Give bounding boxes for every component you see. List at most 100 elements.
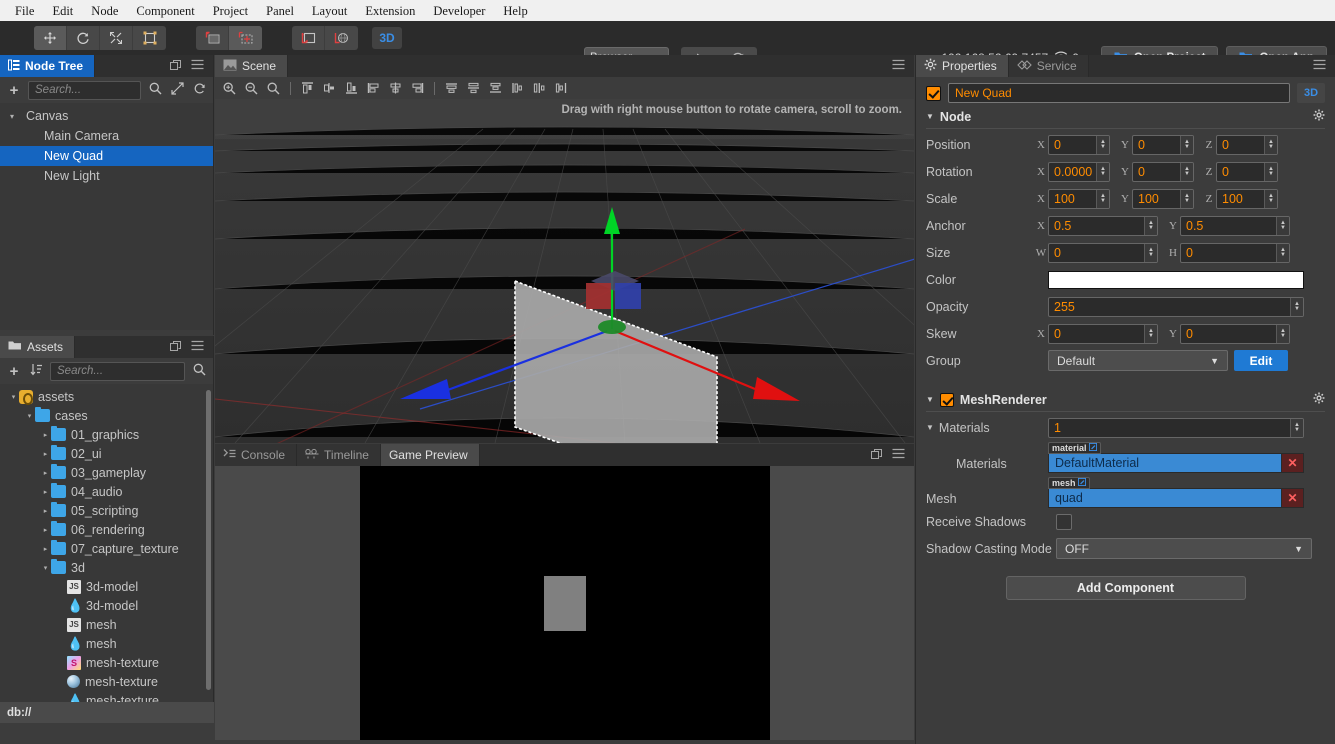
gear-icon[interactable] [1313, 109, 1325, 124]
tab-properties[interactable]: Properties [916, 55, 1009, 77]
skew-x-input[interactable]: 0 ▲ ▼ [1048, 323, 1158, 344]
distribute-top-icon[interactable] [441, 78, 462, 98]
stepper[interactable]: ▲ ▼ [1180, 189, 1193, 208]
stepper[interactable]: ▲ ▼ [1096, 162, 1109, 181]
stepper[interactable]: ▲ ▼ [1276, 324, 1289, 343]
chevron-down-icon[interactable]: ▾ [8, 393, 19, 401]
align-vcenter-icon[interactable] [319, 78, 340, 98]
scale-tool-button[interactable] [100, 26, 133, 50]
edit-icon[interactable] [1088, 443, 1097, 453]
rotation-x-input[interactable]: 0.0000 ▲ ▼ [1048, 161, 1110, 182]
assets-item[interactable]: ▾ cases [0, 406, 213, 425]
scale-y-input[interactable]: 100 ▲ ▼ [1132, 188, 1194, 209]
assets-item[interactable]: ▸ 07_capture_texture [0, 539, 213, 558]
chevron-down-icon[interactable]: ▾ [10, 112, 24, 121]
mesh-asset-ref[interactable]: mesh quad ✕ [1048, 477, 1304, 508]
menu-icon[interactable] [892, 59, 905, 73]
chevron-down-icon[interactable]: ▾ [24, 412, 35, 420]
chevron-right-icon[interactable]: ▸ [40, 507, 51, 515]
size-height-input[interactable]: 0 ▲ ▼ [1180, 242, 1290, 263]
shadow-mode-select[interactable]: OFF ▼ [1056, 538, 1312, 559]
group-edit-button[interactable]: Edit [1234, 350, 1288, 371]
search-icon[interactable] [147, 82, 163, 98]
scale-x-input[interactable]: 100 ▲ ▼ [1048, 188, 1110, 209]
position-y-input[interactable]: 0 ▲ ▼ [1132, 134, 1194, 155]
menu-item-layout[interactable]: Layout [303, 1, 356, 21]
chevron-right-icon[interactable]: ▸ [40, 526, 51, 534]
position-x-input[interactable]: 0 ▲ ▼ [1048, 134, 1110, 155]
rect-transform-tool-button[interactable] [133, 26, 166, 50]
menu-item-node[interactable]: Node [82, 1, 127, 21]
assets-search-input[interactable]: Search... [50, 361, 185, 381]
refresh-icon[interactable] [191, 82, 207, 98]
node-tree-item[interactable]: New Quad [0, 146, 213, 166]
node-enabled-checkbox[interactable] [926, 85, 941, 101]
menu-item-component[interactable]: Component [127, 1, 203, 21]
assets-item[interactable]: ▸ 02_ui [0, 444, 213, 463]
stepper[interactable]: ▲ ▼ [1180, 162, 1193, 181]
global-coord-button[interactable] [325, 26, 358, 50]
scale-z-input[interactable]: 100 ▲ ▼ [1216, 188, 1278, 209]
material-clear-button[interactable]: ✕ [1282, 453, 1304, 473]
chevron-right-icon[interactable]: ▸ [40, 545, 51, 553]
menu-icon[interactable] [892, 448, 905, 462]
materials-count-input[interactable]: 1 ▲ ▼ [1048, 417, 1304, 438]
stepper[interactable]: ▲ ▼ [1276, 243, 1289, 262]
stepper[interactable]: ▲ ▼ [1290, 297, 1303, 316]
center-icon-button[interactable] [229, 26, 262, 50]
mesh-renderer-enabled-checkbox[interactable] [939, 392, 954, 407]
mesh-clear-button[interactable]: ✕ [1282, 488, 1304, 508]
assets-item[interactable]: mesh-texture [0, 672, 213, 691]
tab-console[interactable]: Console [215, 444, 298, 466]
mesh-renderer-section-header[interactable]: ▼ MeshRenderer [926, 388, 1325, 412]
align-left-icon[interactable] [363, 78, 384, 98]
stepper[interactable]: ▲ ▼ [1144, 324, 1157, 343]
stepper[interactable]: ▲ ▼ [1264, 162, 1277, 181]
tab-assets[interactable]: Assets [0, 336, 76, 358]
stepper[interactable]: ▲ ▼ [1264, 135, 1277, 154]
stepper[interactable]: ▲ ▼ [1096, 135, 1109, 154]
assets-item[interactable]: ▾ 3d [0, 558, 213, 577]
stepper[interactable]: ▲ ▼ [1180, 135, 1193, 154]
node-name-input[interactable]: New Quad [948, 83, 1290, 103]
node-tree-item[interactable]: New Light [0, 166, 213, 186]
assets-item[interactable]: ▸ 03_gameplay [0, 463, 213, 482]
stepper[interactable]: ▲ ▼ [1264, 189, 1277, 208]
popout-icon[interactable] [170, 340, 182, 355]
node-section-header[interactable]: ▼ Node [926, 105, 1325, 129]
local-coord-button[interactable] [292, 26, 325, 50]
tab-game-preview[interactable]: Game Preview [380, 444, 480, 466]
tab-scene[interactable]: Scene [215, 55, 289, 77]
zoom-in-icon[interactable] [219, 78, 240, 98]
assets-item[interactable]: 💧 mesh [0, 634, 213, 653]
assets-item[interactable]: ▸ 05_scripting [0, 501, 213, 520]
menu-icon[interactable] [191, 340, 204, 354]
rotate-tool-button[interactable] [67, 26, 100, 50]
stepper[interactable]: ▲ ▼ [1096, 189, 1109, 208]
assets-item[interactable]: 💧 3d-model [0, 596, 213, 615]
align-top-icon[interactable] [297, 78, 318, 98]
distribute-bottom-icon[interactable] [485, 78, 506, 98]
chevron-right-icon[interactable]: ▸ [40, 469, 51, 477]
expand-all-icon[interactable] [169, 82, 185, 98]
assets-item[interactable]: Smesh-texture [0, 653, 213, 672]
assets-item[interactable]: JS mesh [0, 615, 213, 634]
stepper[interactable]: ▲ ▼ [1144, 216, 1157, 235]
align-right-icon[interactable] [407, 78, 428, 98]
scene-viewport[interactable]: Drag with right mouse button to rotate c… [215, 99, 914, 443]
pivot-icon-button[interactable] [196, 26, 229, 50]
stepper[interactable]: ▲ ▼ [1276, 216, 1289, 235]
tab-timeline[interactable]: Timeline [297, 444, 381, 466]
game-preview-canvas[interactable] [359, 466, 770, 740]
sort-icon[interactable] [28, 363, 44, 379]
node-tree-item[interactable]: Main Camera [0, 126, 213, 146]
receive-shadows-checkbox[interactable] [1056, 513, 1072, 530]
distribute-left-icon[interactable] [507, 78, 528, 98]
anchor-x-input[interactable]: 0.5 ▲ ▼ [1048, 215, 1158, 236]
assets-item[interactable]: ▸ 06_rendering [0, 520, 213, 539]
menu-item-edit[interactable]: Edit [43, 1, 82, 21]
add-asset-icon[interactable]: + [6, 363, 22, 380]
chevron-down-icon[interactable]: ▼ [926, 423, 934, 432]
group-select[interactable]: Default ▼ [1048, 350, 1228, 371]
assets-scrollbar[interactable] [206, 390, 211, 690]
